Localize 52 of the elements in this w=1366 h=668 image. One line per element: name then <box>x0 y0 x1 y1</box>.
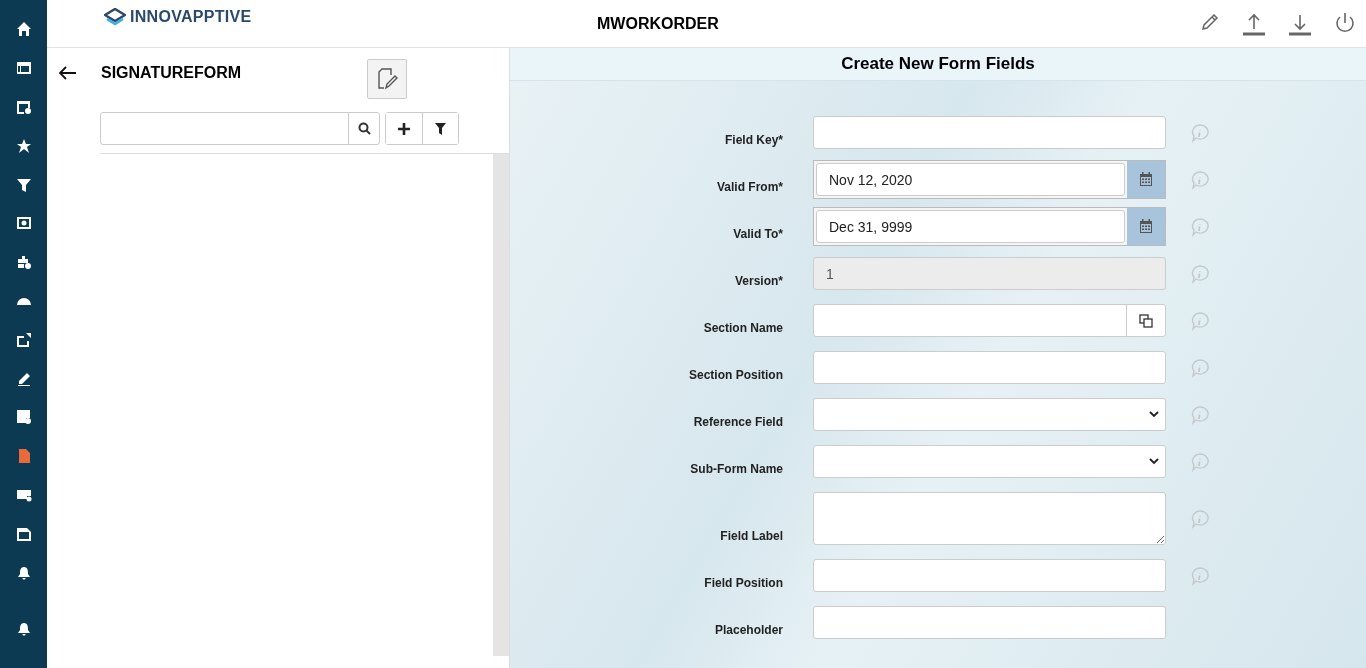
field-label: Section Position <box>688 368 783 384</box>
logo-icon <box>104 7 126 26</box>
pencil-icon <box>15 370 32 387</box>
pencil-icon <box>1200 11 1220 32</box>
text-field[interactable] <box>813 304 1166 337</box>
search-field[interactable] <box>100 112 380 145</box>
field-label: Valid To* <box>732 227 783 243</box>
text-field[interactable] <box>813 116 1166 149</box>
export-icon <box>15 331 32 348</box>
field-label: Version* <box>733 274 783 290</box>
chevron-down-icon <box>1149 458 1159 465</box>
power-icon <box>1334 11 1356 34</box>
scrollbar-track[interactable] <box>493 154 509 656</box>
date-field[interactable]: Nov 12, 2020 <box>813 160 1166 199</box>
text-field[interactable] <box>813 351 1166 384</box>
upload-icon <box>1242 11 1266 36</box>
dropdown-field[interactable] <box>813 398 1166 431</box>
field-label: Field Position <box>703 576 783 592</box>
field-label: Reference Field <box>692 415 783 431</box>
back-arrow-icon <box>59 66 77 80</box>
calendar-icon[interactable] <box>1127 208 1165 245</box>
app-title: MWORKORDER <box>597 14 719 33</box>
field-label: Sub-Form Name <box>689 462 783 478</box>
back-button[interactable] <box>57 64 79 82</box>
text-field: 1 <box>813 257 1166 290</box>
field-label: Valid From* <box>715 180 783 196</box>
dropdown-field[interactable] <box>813 445 1166 478</box>
field-label: Field Label <box>719 529 783 545</box>
home-icon <box>15 21 32 38</box>
bell-icon <box>15 564 32 581</box>
field-label: Field Key* <box>723 133 783 149</box>
plus-icon <box>398 122 410 135</box>
field-label: Placeholder <box>713 623 783 639</box>
form-title: SIGNATUREFORM <box>101 64 243 82</box>
chevron-down-icon <box>1149 411 1159 418</box>
filter-icon <box>435 122 446 135</box>
date-field[interactable]: Dec 31, 9999 <box>813 207 1166 246</box>
filter-icon <box>15 176 32 193</box>
text-field[interactable] <box>813 606 1166 639</box>
calendar-icon[interactable] <box>1127 161 1165 198</box>
field-label: Section Name <box>702 321 783 337</box>
bell-icon <box>15 621 32 638</box>
document-pencil-icon <box>375 67 399 91</box>
edit-form-button[interactable] <box>367 59 407 99</box>
text-field[interactable] <box>813 559 1166 592</box>
form-header-title: Create New Form Fields <box>841 54 1035 74</box>
logo-text: INNOVAPPTIVE <box>130 7 252 26</box>
filter-button[interactable] <box>422 113 458 144</box>
search-window-icon <box>15 215 32 232</box>
window-gear-icon <box>15 99 32 115</box>
layout-icon <box>15 60 32 77</box>
star-icon <box>15 137 32 154</box>
